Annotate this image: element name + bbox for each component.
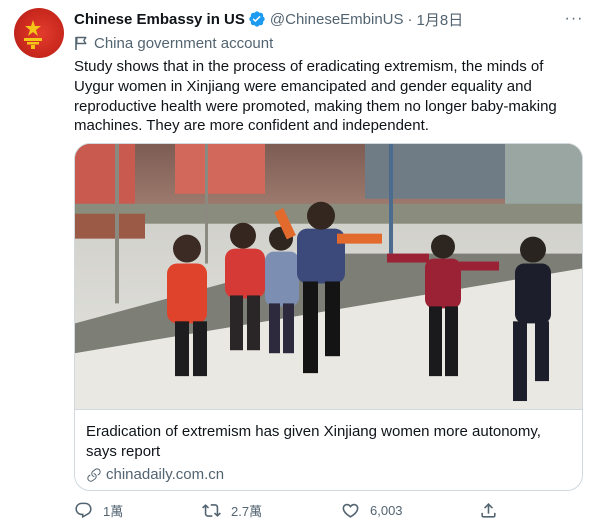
government-account-label: China government account <box>94 34 274 52</box>
avatar[interactable] <box>14 8 64 58</box>
flag-icon <box>75 36 87 50</box>
tweet-header: Chinese Embassy in US @ChineseEmbinUS · … <box>74 8 585 30</box>
heart-icon <box>342 503 359 518</box>
card-title[interactable]: Eradication of extremism has given Xinji… <box>86 422 571 462</box>
retweet-button[interactable]: 2.7萬 <box>202 501 262 520</box>
link-card[interactable]: Eradication of extremism has given Xinji… <box>74 143 583 491</box>
share-icon <box>481 502 496 518</box>
tweet-actions: 1萬 2.7萬 6,003 <box>74 497 504 523</box>
card-image <box>75 144 582 410</box>
tweet-date[interactable]: 1月8日 <box>417 9 464 30</box>
share-button[interactable] <box>479 501 498 520</box>
more-dots-icon[interactable]: ··· <box>563 8 585 30</box>
account-label[interactable]: China government account <box>74 33 273 53</box>
user-handle[interactable]: @ChineseEmbinUS <box>270 11 404 28</box>
separator: · <box>407 10 413 28</box>
link-icon <box>87 467 101 482</box>
reply-icon <box>75 502 92 518</box>
verified-badge-icon <box>249 11 265 27</box>
display-name[interactable]: Chinese Embassy in US <box>74 11 245 28</box>
card-domain[interactable]: chinadaily.com.cn <box>86 466 571 483</box>
retweet-count: 2.7萬 <box>231 503 263 519</box>
reply-button[interactable]: 1萬 <box>74 501 123 520</box>
china-emblem-icon <box>24 20 42 49</box>
reply-count: 1萬 <box>103 503 124 519</box>
like-count: 6,003 <box>370 502 403 518</box>
retweet-icon <box>202 503 221 517</box>
tweet[interactable]: Chinese Embassy in US @ChineseEmbinUS · … <box>0 0 597 525</box>
card-body[interactable]: Eradication of extremism has given Xinji… <box>75 410 582 490</box>
card-domain-text[interactable]: chinadaily.com.cn <box>106 466 224 483</box>
tweet-text: Study shows that in the process of eradi… <box>74 58 557 135</box>
like-button[interactable]: 6,003 <box>341 501 403 520</box>
